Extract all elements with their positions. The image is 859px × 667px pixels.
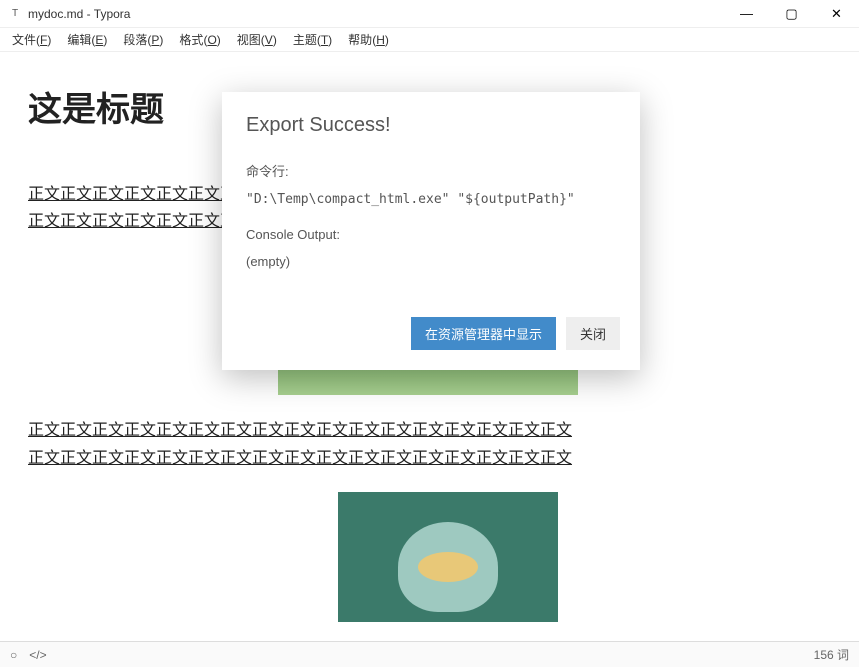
titlebar: T mydoc.md - Typora — ▢ ✕ bbox=[0, 0, 859, 28]
menu-paragraph[interactable]: 段落(P) bbox=[115, 29, 171, 50]
outline-toggle-icon[interactable]: ○ bbox=[10, 648, 17, 662]
word-count[interactable]: 156 词 bbox=[814, 646, 849, 663]
paragraph-2[interactable]: 正文正文正文正文正文正文正文正文正文正文正文正文正文正文正文正文正文正文正文正文… bbox=[28, 417, 573, 471]
dialog-close-button[interactable]: 关闭 bbox=[566, 317, 620, 350]
menu-format[interactable]: 格式(O) bbox=[171, 29, 228, 50]
close-window-button[interactable]: ✕ bbox=[814, 0, 859, 28]
app-icon: T bbox=[8, 7, 22, 21]
menu-help[interactable]: 帮助(H) bbox=[340, 29, 397, 50]
command-label: 命令行: bbox=[246, 161, 616, 180]
embedded-image-2[interactable] bbox=[338, 492, 558, 622]
menu-edit[interactable]: 编辑(E) bbox=[59, 29, 115, 50]
minimize-button[interactable]: — bbox=[724, 0, 769, 28]
source-mode-icon[interactable]: </> bbox=[29, 648, 46, 662]
window-title: mydoc.md - Typora bbox=[28, 7, 130, 21]
window-controls: — ▢ ✕ bbox=[724, 0, 859, 28]
console-output-value: (empty) bbox=[246, 254, 616, 269]
dialog-title: Export Success! bbox=[246, 114, 616, 137]
menu-file[interactable]: 文件(F) bbox=[4, 29, 59, 50]
menu-view[interactable]: 视图(V) bbox=[229, 29, 285, 50]
menubar: 文件(F) 编辑(E) 段落(P) 格式(O) 视图(V) 主题(T) 帮助(H… bbox=[0, 28, 859, 52]
export-success-dialog: Export Success! 命令行: "D:\Temp\compact_ht… bbox=[222, 92, 640, 370]
console-output-label: Console Output: bbox=[246, 227, 616, 242]
command-value: "D:\Temp\compact_html.exe" "${outputPath… bbox=[246, 192, 616, 207]
menu-theme[interactable]: 主题(T) bbox=[285, 29, 340, 50]
reveal-in-explorer-button[interactable]: 在资源管理器中显示 bbox=[411, 317, 556, 350]
maximize-button[interactable]: ▢ bbox=[769, 0, 814, 28]
statusbar: ○ </> 156 词 bbox=[0, 641, 859, 667]
